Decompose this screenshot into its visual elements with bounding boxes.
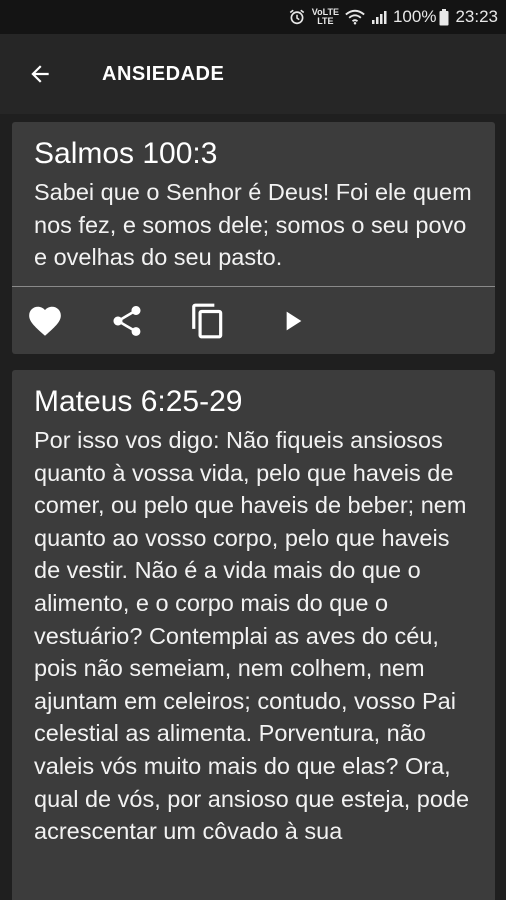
- verse-text: Por isso vos digo: Não fiqueis ansiosos …: [34, 427, 470, 845]
- verse-text: Sabei que o Senhor é Deus! Foi ele quem …: [34, 179, 472, 271]
- play-button[interactable]: [270, 299, 314, 343]
- battery-percent: 100%: [392, 7, 437, 26]
- play-icon: [286, 311, 302, 331]
- verse-reference: Mateus 6:25-29: [34, 385, 243, 418]
- verse-list[interactable]: Salmos 100:3 Sabei que o Senhor é Deus! …: [0, 114, 506, 900]
- clock: 23:23: [455, 7, 498, 26]
- copy-icon: [192, 303, 223, 339]
- copy-button[interactable]: [186, 299, 230, 343]
- favorite-button[interactable]: [23, 299, 67, 343]
- signal-icon: [371, 9, 387, 25]
- app-bar: ANSIEDADE: [0, 34, 506, 114]
- alarm-icon: [288, 8, 306, 26]
- page-title: ANSIEDADE: [102, 62, 225, 85]
- battery-icon: [439, 8, 449, 26]
- heart-icon: [29, 306, 61, 336]
- verse-reference: Salmos 100:3: [34, 137, 218, 170]
- back-button[interactable]: [20, 54, 60, 94]
- volte-indicator: VoLTE LTE: [312, 8, 339, 26]
- wifi-icon: [345, 9, 365, 25]
- share-icon: [113, 306, 141, 336]
- verse-actions: [12, 287, 495, 354]
- arrow-left-icon: [31, 65, 49, 83]
- status-bar: VoLTE LTE 100% 23:23: [0, 0, 506, 34]
- share-button[interactable]: [105, 299, 149, 343]
- verse-card: Mateus 6:25-29 Por isso vos digo: Não fi…: [12, 370, 495, 900]
- lte-label: LTE: [317, 16, 334, 26]
- verse-card: Salmos 100:3 Sabei que o Senhor é Deus! …: [12, 122, 495, 354]
